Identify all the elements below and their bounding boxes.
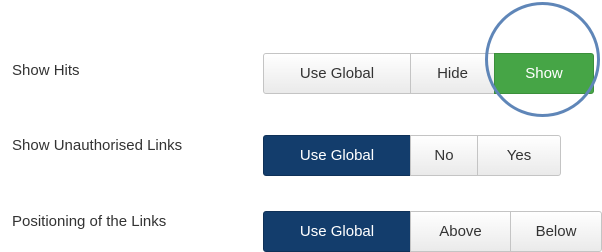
positioning-of-links-label: Positioning of the Links — [12, 213, 167, 230]
positioning-of-links-toggle-group: Use Global Above Below — [263, 211, 602, 252]
show-unauthorised-links-label: Show Unauthorised Links — [12, 137, 183, 154]
show-hits-toggle-group: Use Global Hide Show — [263, 53, 594, 94]
show-unauthorised-links-use-global-button[interactable]: Use Global — [263, 135, 411, 176]
show-unauthorised-links-yes-button[interactable]: Yes — [477, 135, 561, 176]
positioning-of-links-use-global-button[interactable]: Use Global — [263, 211, 411, 252]
show-hits-use-global-button[interactable]: Use Global — [263, 53, 411, 94]
show-hits-show-button[interactable]: Show — [494, 53, 594, 94]
positioning-of-links-below-button[interactable]: Below — [510, 211, 602, 252]
positioning-of-links-above-button[interactable]: Above — [410, 211, 511, 252]
show-unauthorised-links-toggle-group: Use Global No Yes — [263, 135, 561, 176]
show-hits-label: Show Hits — [12, 62, 80, 79]
show-hits-hide-button[interactable]: Hide — [410, 53, 495, 94]
settings-panel: Show Hits Use Global Hide Show Show Unau… — [0, 0, 602, 252]
show-unauthorised-links-no-button[interactable]: No — [410, 135, 478, 176]
